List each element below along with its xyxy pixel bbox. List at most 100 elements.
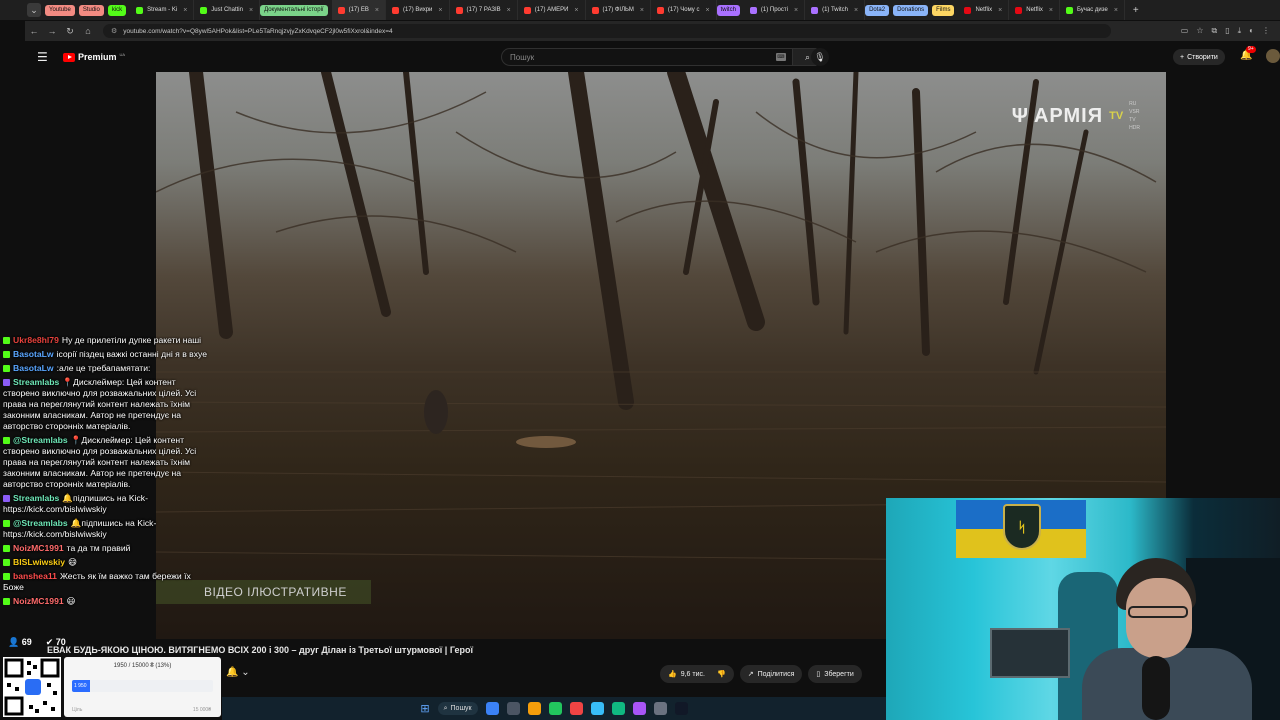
tab-favicon-icon: [523, 6, 531, 14]
taskbar-app-icon[interactable]: [653, 702, 667, 715]
account-avatar[interactable]: [1266, 49, 1280, 63]
follower-count: ✔ 70: [45, 637, 66, 647]
kick-badge-icon: [3, 545, 10, 552]
browser-tab[interactable]: (17) Чому с ×: [651, 0, 717, 20]
kick-badge-icon: [3, 559, 10, 566]
kick-badge-icon: [3, 520, 10, 527]
chat-username: BISLwiwskiy: [13, 557, 66, 567]
thumbs-down-icon[interactable]: 👎: [717, 670, 726, 678]
taskbar-app-icon[interactable]: [485, 702, 499, 715]
tab-label: Just Chattin: [211, 7, 243, 13]
split-icon[interactable]: ▯: [1225, 26, 1229, 36]
browser-tab[interactable]: (1) Прості ×: [744, 0, 806, 20]
tab-group-pill[interactable]: Studio: [78, 4, 104, 16]
keyboard-icon[interactable]: ⌨: [776, 53, 786, 61]
back-icon[interactable]: ←: [25, 26, 43, 36]
tab-close-icon[interactable]: ×: [854, 7, 858, 14]
tab-favicon-icon: [964, 6, 972, 14]
windows-start-icon[interactable]: ⊞: [420, 702, 429, 715]
tab-close-icon[interactable]: ×: [794, 7, 798, 14]
browser-tab[interactable]: Just Chattin ×: [194, 0, 261, 20]
hamburger-menu-icon[interactable]: ☰: [37, 50, 57, 64]
taskbar-app-icon[interactable]: [632, 702, 646, 715]
tab-label: Бучас дизе: [1077, 7, 1108, 13]
tab-close-icon[interactable]: ×: [705, 7, 709, 14]
tab-close-icon[interactable]: ×: [507, 7, 511, 14]
download-icon[interactable]: ⤓: [1238, 26, 1242, 36]
kick-badge-icon: [3, 365, 10, 372]
profile-icon[interactable]: ◐: [1249, 26, 1254, 36]
like-button[interactable]: 👍 9,6 тис. 👎: [660, 665, 734, 683]
tab-close-icon[interactable]: ×: [640, 7, 644, 14]
reload-icon[interactable]: ↻: [61, 26, 79, 37]
browser-tab[interactable]: Stream - Ki ×: [130, 0, 195, 20]
cast-icon[interactable]: ▭: [1181, 26, 1189, 36]
browser-tab[interactable]: Бучас дизе ×: [1060, 0, 1125, 20]
search-icon: ⌕: [443, 704, 448, 712]
browser-tab[interactable]: Netflix ×: [958, 0, 1010, 20]
taskbar-search[interactable]: ⌕ Пошук: [437, 702, 478, 715]
menu-icon[interactable]: ⋮: [1262, 26, 1270, 36]
tab-close-icon[interactable]: ×: [375, 7, 379, 14]
bookmark-star-icon[interactable]: ☆: [1196, 26, 1203, 36]
tab-close-icon[interactable]: ×: [183, 7, 187, 14]
tab-close-icon[interactable]: ×: [1049, 7, 1053, 14]
browser-tab[interactable]: (17) EB ×: [331, 0, 387, 20]
watermark-tag: HDR: [1129, 125, 1140, 131]
tab-group-pill[interactable]: twitch: [716, 4, 740, 16]
home-icon[interactable]: ⌂: [79, 26, 97, 36]
chat-username: @Streamlabs: [13, 518, 68, 528]
tab-close-icon[interactable]: ×: [1114, 7, 1118, 14]
new-tab-icon[interactable]: +: [1133, 5, 1139, 16]
taskbar-app-icon[interactable]: [611, 702, 625, 715]
youtube-logo[interactable]: Premium UA: [63, 52, 125, 62]
tab-search-menu[interactable]: ⌄: [27, 3, 41, 17]
taskbar-app-icon[interactable]: [527, 702, 541, 715]
tab-close-icon[interactable]: ×: [438, 7, 442, 14]
browser-tab[interactable]: (17) Вихри ×: [386, 0, 450, 20]
tab-close-icon[interactable]: ×: [574, 7, 578, 14]
browser-tab[interactable]: (17) АМЕРИ ×: [518, 0, 586, 20]
tab-close-icon[interactable]: ×: [249, 7, 253, 14]
streamlabs-badge-icon: [3, 379, 10, 386]
browser-tab[interactable]: (17) ФІЛЬМ ×: [586, 0, 651, 20]
tab-close-icon[interactable]: ×: [998, 7, 1002, 14]
taskbar-search-label: Пошук: [450, 705, 472, 712]
tab-group-pill[interactable]: Youtube: [45, 4, 75, 16]
browser-tab[interactable]: Netflix ×: [1009, 0, 1060, 20]
taskbar-app-icon[interactable]: [506, 702, 520, 715]
tab-group-pill[interactable]: Dota2: [865, 4, 890, 16]
taskbar-app-icon[interactable]: [590, 702, 604, 715]
forward-icon[interactable]: →: [43, 26, 61, 36]
streamer-webcam: ᛋ: [886, 498, 1280, 720]
tab-group-pill[interactable]: Films: [932, 4, 955, 16]
chat-message: NoizMC1991 та да тм правий: [0, 543, 212, 554]
chat-username: NoizMC1991: [13, 596, 64, 606]
tab-group-pill[interactable]: Документальні історії: [260, 4, 328, 16]
site-info-icon[interactable]: ⚙: [111, 27, 117, 35]
trident-icon: Ψ: [1011, 104, 1028, 127]
browser-tab[interactable]: (1) Twitch ×: [805, 0, 866, 20]
taskbar-app-icon[interactable]: [569, 702, 583, 715]
chat-message: BISLwiwskiy 😄: [0, 557, 212, 568]
tab-label: (17) 7 РАЗІВ: [466, 7, 501, 13]
extensions-icon[interactable]: ⧉: [1211, 26, 1217, 36]
tab-group-pill[interactable]: kick: [107, 4, 127, 16]
browser-tab[interactable]: (17) 7 РАЗІВ ×: [450, 0, 518, 20]
taskbar-app-icon[interactable]: [548, 702, 562, 715]
tab-label: (17) Вихри: [403, 7, 433, 13]
save-button[interactable]: ▯ Зберегти: [808, 665, 862, 683]
browser-toolbar: ▭ ☆ ⧉ ▯ ⤓ ◐ ⋮: [1181, 26, 1270, 36]
save-icon: ▯: [816, 671, 821, 678]
chat-username: Ukr8e8hl79: [13, 335, 59, 345]
url-field[interactable]: ⚙ youtube.com/watch?v=Q8ywl5AHPok&list=P…: [103, 24, 1111, 38]
taskbar-app-icon[interactable]: [674, 702, 688, 715]
share-button[interactable]: ↗ Поділитися: [739, 665, 803, 683]
voice-search-button[interactable]: 🎙: [811, 48, 829, 66]
create-button[interactable]: + Створити: [1173, 49, 1225, 65]
tab-label: Netflix: [1026, 7, 1043, 13]
search-input[interactable]: Пошук ⌨: [501, 48, 793, 66]
tab-group-pill[interactable]: Donations: [893, 4, 929, 16]
browser-tab-strip: ⌄ Youtube Studio kick Stream - Ki × Just Chat…: [0, 0, 1280, 20]
subscription-bell-icon[interactable]: 🔔 ⌄: [226, 667, 250, 678]
